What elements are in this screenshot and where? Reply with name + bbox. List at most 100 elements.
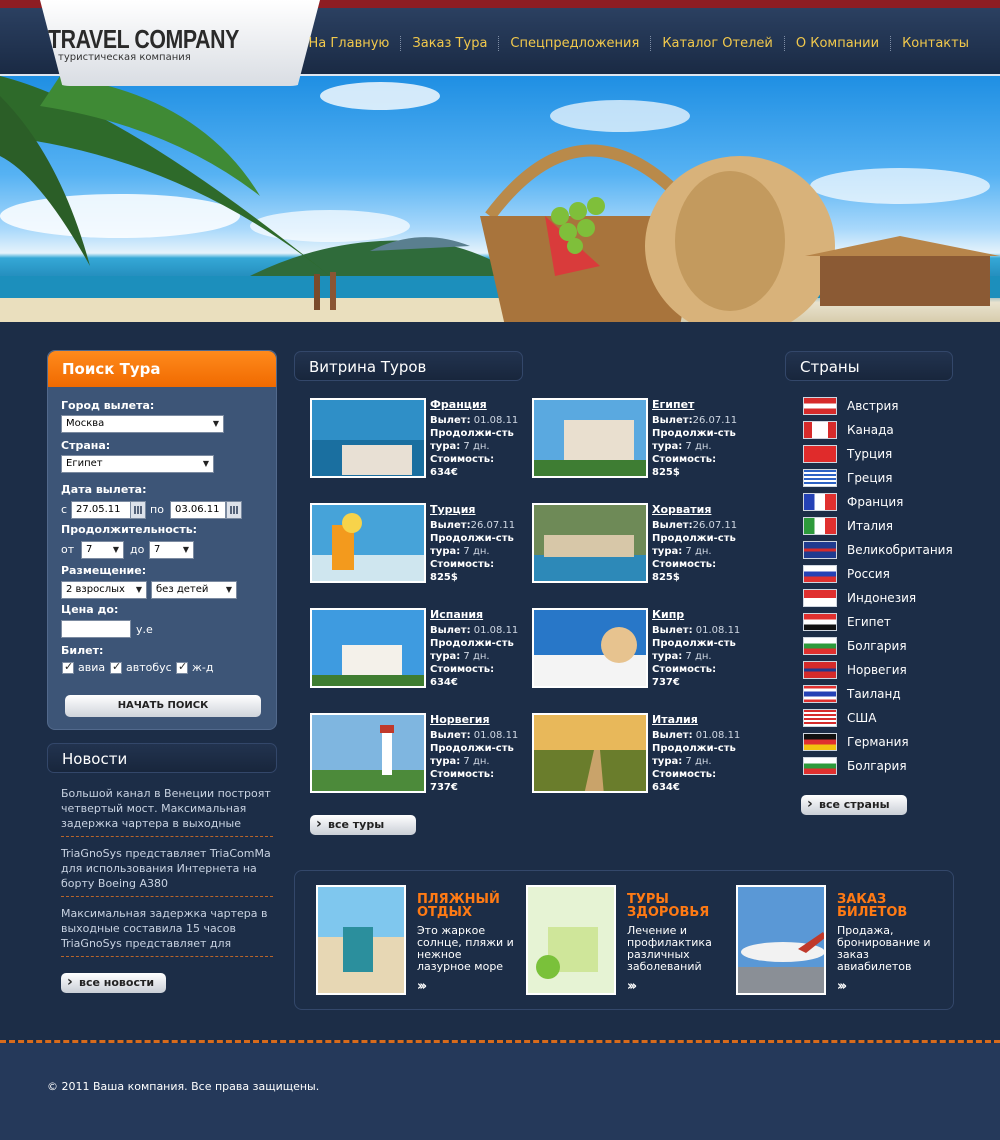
tour-details: Вылет: 01.08.11 Продолжи-сть тура: 7 дн. С… bbox=[652, 625, 741, 688]
tour-card[interactable]: Норвегия Вылет: 01.08.11 Продолжи-сть тур… bbox=[310, 713, 530, 803]
egypt-flag-icon bbox=[803, 613, 837, 631]
tour-name[interactable]: Франция bbox=[430, 398, 487, 411]
tour-card[interactable]: Турция Вылет:26.07.11 Продолжи-сть тура: … bbox=[310, 503, 530, 593]
bulgaria-flag-icon bbox=[803, 757, 837, 775]
duration-to-prefix: до bbox=[130, 543, 145, 556]
tour-photo-croatia[interactable] bbox=[532, 503, 648, 583]
tour-photo-cyprus[interactable] bbox=[532, 608, 648, 688]
date-from-input[interactable]: 27.05.11 bbox=[71, 501, 131, 519]
calendar-from-icon[interactable] bbox=[130, 501, 146, 519]
main-nav: На Главную Заказ Тура Спецпредложения Ка… bbox=[298, 36, 981, 51]
promo-title[interactable]: ТУРЫ ЗДОРОВЬЯ bbox=[627, 893, 717, 919]
thailand-flag-icon bbox=[803, 685, 837, 703]
duration-label: Продолжительность: bbox=[61, 523, 198, 536]
bulgaria-flag-icon bbox=[803, 637, 837, 655]
price-label: Цена до: bbox=[61, 603, 119, 616]
tour-name[interactable]: Хорватия bbox=[652, 503, 711, 516]
austria-flag-icon bbox=[803, 397, 837, 415]
date-to-input[interactable]: 03.06.11 bbox=[170, 501, 226, 519]
country-bulgaria[interactable]: Болгария bbox=[803, 637, 907, 655]
tour-photo-turkey[interactable] bbox=[310, 503, 426, 583]
country-indonesia[interactable]: Индонезия bbox=[803, 589, 916, 607]
tour-name[interactable]: Норвегия bbox=[430, 713, 490, 726]
canada-flag-icon bbox=[803, 421, 837, 439]
calendar-to-icon[interactable] bbox=[226, 501, 242, 519]
all-countries-button[interactable]: все страны bbox=[801, 794, 907, 815]
country-canada[interactable]: Канада bbox=[803, 421, 894, 439]
tour-details: Вылет:26.07.11 Продолжи-сть тура: 7 дн. Ст… bbox=[652, 520, 738, 583]
tickets-photo[interactable] bbox=[736, 885, 826, 995]
uk-flag-icon bbox=[803, 541, 837, 559]
news-divider bbox=[61, 836, 273, 837]
country-germany[interactable]: Германия bbox=[803, 733, 909, 751]
country-select[interactable]: Египет bbox=[61, 455, 214, 473]
ticket-air-checkbox[interactable] bbox=[62, 660, 74, 674]
tour-photo-france[interactable] bbox=[310, 398, 426, 478]
country-usa[interactable]: США bbox=[803, 709, 876, 727]
beach-rest-photo[interactable] bbox=[316, 885, 406, 995]
country-russia[interactable]: Россия bbox=[803, 565, 890, 583]
tour-card[interactable]: Испания Вылет: 01.08.11 Продолжи-сть тура… bbox=[310, 608, 530, 698]
date-from-prefix: с bbox=[61, 503, 68, 516]
promo-arrow-icon[interactable]: ››› bbox=[837, 979, 847, 994]
tour-details: Вылет: 01.08.11 Продолжи-сть тура: 7 дн. С… bbox=[652, 730, 741, 793]
promo-arrow-icon[interactable]: ››› bbox=[417, 979, 427, 994]
tour-name[interactable]: Испания bbox=[430, 608, 483, 621]
country-greece[interactable]: Греция bbox=[803, 469, 893, 487]
price-input[interactable] bbox=[61, 620, 131, 638]
ticket-bus-checkbox[interactable] bbox=[110, 660, 122, 674]
all-news-button[interactable]: все новости bbox=[61, 972, 166, 993]
ticket-rail-checkbox[interactable] bbox=[176, 660, 188, 674]
tour-card[interactable]: Италия Вылет: 01.08.11 Продолжи-сть тура:… bbox=[532, 713, 752, 803]
tour-photo-norway[interactable] bbox=[310, 713, 426, 793]
country-egypt[interactable]: Египет bbox=[803, 613, 891, 631]
tour-card[interactable]: Франция Вылет: 01.08.11 Продолжи-сть тура… bbox=[310, 398, 530, 488]
tour-photo-spain[interactable] bbox=[310, 608, 426, 688]
tour-photo-italy[interactable] bbox=[532, 713, 648, 793]
italy-flag-icon bbox=[803, 517, 837, 535]
nav-order-tour[interactable]: Заказ Тура bbox=[400, 36, 498, 51]
nav-about[interactable]: О Компании bbox=[783, 36, 890, 51]
tour-name[interactable]: Кипр bbox=[652, 608, 684, 621]
promo-title[interactable]: ПЛЯЖНЫЙ ОТДЫХ bbox=[417, 893, 507, 919]
all-tours-button[interactable]: все туры bbox=[310, 814, 416, 835]
tour-card[interactable]: Кипр Вылет: 01.08.11 Продолжи-сть тура: 7… bbox=[532, 608, 752, 698]
country-italy[interactable]: Италия bbox=[803, 517, 893, 535]
country-thailand[interactable]: Таиланд bbox=[803, 685, 901, 703]
tour-card[interactable]: Египет Вылет:26.07.11 Продолжи-сть тура: … bbox=[532, 398, 752, 488]
countries-title: Страны bbox=[785, 351, 953, 381]
nav-contacts[interactable]: Контакты bbox=[890, 36, 980, 51]
departure-date-label: Дата вылета: bbox=[61, 483, 147, 496]
news-item[interactable]: Максимальная задержка чартера в выходные… bbox=[61, 906, 275, 951]
news-item[interactable]: Большой канал в Венеции построят четверт… bbox=[61, 786, 275, 831]
adults-select[interactable]: 2 взрослых bbox=[61, 581, 147, 599]
country-france[interactable]: Франция bbox=[803, 493, 903, 511]
promo-arrow-icon[interactable]: ››› bbox=[627, 979, 637, 994]
country-norway[interactable]: Норвегия bbox=[803, 661, 907, 679]
tour-name[interactable]: Египет bbox=[652, 398, 694, 411]
tour-details: Вылет:26.07.11 Продолжи-сть тура: 7 дн. Ст… bbox=[430, 520, 516, 583]
tour-name[interactable]: Турция bbox=[430, 503, 475, 516]
promo-title[interactable]: ЗАКАЗ БИЛЕТОВ bbox=[837, 893, 927, 919]
duration-from-select[interactable]: 7 bbox=[81, 541, 124, 559]
duration-to-select[interactable]: 7 bbox=[149, 541, 194, 559]
tour-card[interactable]: Хорватия Вылет:26.07.11 Продолжи-сть тура… bbox=[532, 503, 752, 593]
start-search-button[interactable]: НАЧАТЬ ПОИСК bbox=[65, 695, 261, 717]
tour-details: Вылет: 01.08.11 Продолжи-сть тура: 7 дн. С… bbox=[430, 730, 519, 793]
country-bulgaria-2[interactable]: Болгария bbox=[803, 757, 907, 775]
tour-photo-egypt[interactable] bbox=[532, 398, 648, 478]
tour-name[interactable]: Италия bbox=[652, 713, 698, 726]
turkey-flag-icon bbox=[803, 445, 837, 463]
nav-home[interactable]: На Главную bbox=[298, 36, 401, 51]
health-tours-photo[interactable] bbox=[526, 885, 616, 995]
logo-title[interactable]: TRAVEL COMPANY bbox=[48, 24, 239, 55]
nav-special-offers[interactable]: Спецпредложения bbox=[498, 36, 650, 51]
departure-city-select[interactable]: Москва bbox=[61, 415, 224, 433]
news-item[interactable]: TriaGnoSys представляет TriaComMa для ис… bbox=[61, 846, 275, 891]
children-select[interactable]: без детей bbox=[151, 581, 237, 599]
nav-hotel-catalog[interactable]: Каталог Отелей bbox=[650, 36, 784, 51]
country-turkey[interactable]: Турция bbox=[803, 445, 892, 463]
date-to-prefix: по bbox=[150, 503, 164, 516]
country-austria[interactable]: Австрия bbox=[803, 397, 899, 415]
country-uk[interactable]: Великобритания bbox=[803, 541, 953, 559]
